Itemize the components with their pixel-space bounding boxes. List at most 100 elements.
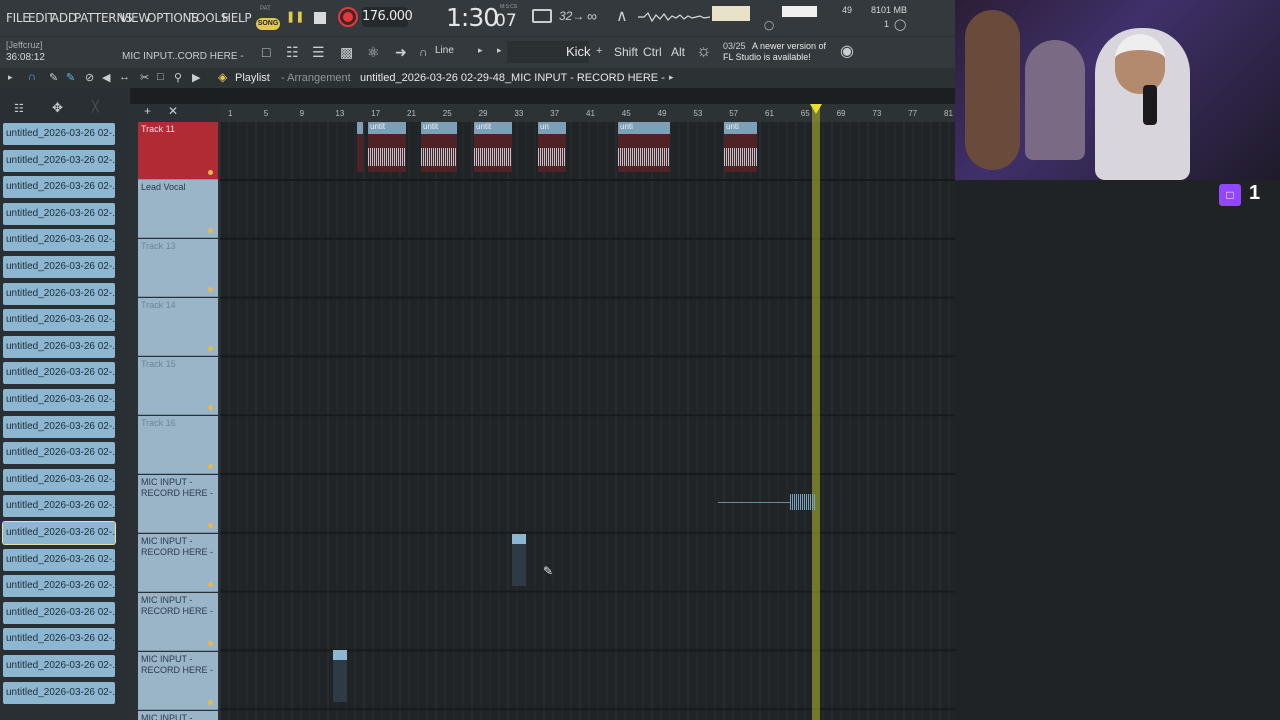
step-size-icon[interactable]: 32→ (559, 9, 584, 23)
browser-clip-item[interactable]: untitled_2026-03-26 02-... (3, 149, 115, 172)
loop-record-icon[interactable]: ∞ (587, 8, 597, 24)
track-header[interactable]: Track 11 (138, 122, 218, 180)
snap-selector[interactable]: Line (435, 45, 454, 56)
select-icon[interactable]: □ (157, 71, 164, 83)
track-header[interactable]: Lead Vocal (138, 180, 218, 238)
track-header[interactable]: Track 15 (138, 357, 218, 415)
audio-clip[interactable]: untit (421, 122, 457, 172)
browser-clip-item[interactable]: untitled_2026-03-26 02-... (2, 521, 116, 545)
browser-clip-item[interactable]: untitled_2026-03-26 02-... (3, 495, 115, 518)
track-header[interactable]: MIC INPUT - RECORD HERE - (138, 534, 218, 592)
track-led[interactable] (208, 641, 213, 646)
stop-button[interactable] (314, 12, 326, 24)
record-button[interactable] (338, 7, 358, 27)
track-header[interactable]: MIC INPUT - RECORD HERE - (138, 593, 218, 651)
grid-icon[interactable]: ☷ (14, 102, 24, 115)
alt-key[interactable]: Alt (671, 45, 685, 59)
pause-button[interactable]: ❚❚ (286, 10, 304, 26)
track-header[interactable]: Track 16 (138, 416, 218, 474)
browser-clip-item[interactable]: untitled_2026-03-26 02-... (3, 442, 115, 465)
browser-clip-item[interactable]: untitled_2026-03-26 02-... (3, 655, 115, 677)
pencil-icon[interactable]: ✎ (49, 71, 58, 84)
plugin-icon[interactable]: ⚛ (367, 44, 380, 61)
magnet-icon[interactable]: ∩ (419, 45, 428, 59)
slip-icon[interactable]: ↔ (119, 71, 130, 83)
delete-icon[interactable]: ⊘ (85, 71, 94, 84)
piano-icon[interactable] (532, 9, 552, 23)
expand-icon[interactable]: ▸ (8, 72, 13, 83)
track-led[interactable] (208, 523, 213, 528)
track-header[interactable]: MIC INPUT - RECORD HERE - (138, 652, 218, 710)
track-header[interactable]: Track 13 (138, 239, 218, 297)
slice-icon[interactable]: ✂ (140, 71, 149, 84)
add-track-icon[interactable]: + (144, 104, 151, 118)
audio-clip-small[interactable] (357, 122, 363, 172)
browser-clip-item[interactable]: untitled_2026-03-26 02-... (3, 362, 115, 385)
mini-clip[interactable] (512, 534, 526, 586)
chevron-right-icon-2[interactable]: ▸ (497, 45, 502, 56)
close-icon[interactable]: ✕ (168, 104, 178, 118)
track-led[interactable] (208, 228, 213, 233)
tempo-display[interactable]: 176.000 (362, 7, 413, 27)
browser-clip-item[interactable]: untitled_2026-03-26 02-... (3, 202, 115, 225)
track-header[interactable]: Track 14 (138, 298, 218, 356)
track-header[interactable]: MIC INPUT - RECORD HERE - (138, 475, 218, 533)
crop-icon[interactable]: □ (262, 44, 270, 60)
shift-key[interactable]: Shift (614, 45, 638, 59)
browser-clip-item[interactable]: untitled_2026-03-26 02-... (3, 256, 115, 278)
playhead[interactable] (812, 104, 820, 720)
track-led[interactable] (208, 582, 213, 587)
playback-icon[interactable]: ▶ (192, 71, 200, 84)
mute-icon[interactable]: ◀ (102, 71, 110, 84)
browser-clip-item[interactable]: untitled_2026-03-26 02-... (3, 415, 115, 438)
browser-clip-item[interactable]: untitled_2026-03-26 02-... (3, 628, 115, 651)
ctrl-key[interactable]: Ctrl (643, 45, 662, 59)
audio-clip[interactable]: unti (724, 122, 757, 172)
track-led[interactable] (208, 405, 213, 410)
track-led[interactable] (208, 464, 213, 469)
menu-file[interactable]: FILE (6, 11, 30, 25)
detach-icon[interactable]: ╳ (92, 100, 99, 113)
brush-icon[interactable]: ✎ (66, 71, 75, 84)
move-icon[interactable]: ✥ (52, 100, 63, 116)
track-header[interactable]: MIC INPUT - (138, 711, 218, 720)
browser-clip-item[interactable]: untitled_2026-03-26 02-... (3, 309, 115, 332)
mixer-icon[interactable]: ☷ (286, 44, 299, 61)
menu-help[interactable]: HELP (222, 11, 252, 25)
update-message-line1[interactable]: A newer version of (752, 41, 826, 51)
track-led[interactable] (208, 346, 213, 351)
pat-song-toggle[interactable]: PAT SONG (256, 4, 280, 32)
browser-icon[interactable]: ▩ (340, 44, 353, 61)
plus-icon[interactable]: + (596, 45, 602, 57)
browser-clip-item[interactable]: untitled_2026-03-26 02-... (3, 229, 115, 252)
update-message-line2[interactable]: FL Studio is available! (723, 52, 811, 62)
audio-clip[interactable]: un (538, 122, 566, 172)
browser-clip-item[interactable]: untitled_2026-03-26 02-... (3, 335, 115, 358)
playhead-marker[interactable] (810, 104, 822, 114)
browser-clip-item[interactable]: untitled_2026-03-26 02-... (3, 468, 115, 491)
arrangement-label[interactable]: - Arrangement (281, 72, 351, 84)
magnet-snap-icon[interactable]: ∩ (28, 71, 36, 83)
browser-clip-item[interactable]: untitled_2026-03-26 02-... (3, 176, 115, 199)
zoom-icon[interactable]: ⚲ (174, 71, 182, 84)
browser-clip-item[interactable]: untitled_2026-03-26 02-... (3, 681, 115, 704)
chevron-right-icon-3[interactable]: ▸ (669, 72, 674, 83)
track-led[interactable] (208, 287, 213, 292)
track-led[interactable] (208, 170, 213, 175)
browser-clip-item[interactable]: untitled_2026-03-26 02-... (3, 601, 115, 624)
browser-clip-item[interactable]: untitled_2026-03-26 02-... (3, 282, 115, 305)
menu-add[interactable]: ADD (51, 11, 77, 25)
arrow-right-icon[interactable]: ➜ (395, 44, 407, 61)
browser-clip-item[interactable]: untitled_2026-03-26 02-... (3, 123, 115, 145)
fl-logo-icon[interactable]: ◉ (840, 41, 854, 61)
mini-clip[interactable] (333, 650, 347, 702)
menu-view[interactable]: VIEW (120, 11, 150, 25)
timeline-ruler[interactable]: 1 5 9 13 17 21 25 29 33 37 41 45 49 53 57 61 65 69 73 77 81 (220, 104, 955, 122)
browser-clip-item[interactable]: untitled_2026-03-26 02-... (3, 548, 115, 571)
audio-clip[interactable]: unti (618, 122, 670, 172)
channel-rack-icon[interactable]: ☰ (312, 44, 325, 61)
browser-clip-item[interactable]: untitled_2026-03-26 02-... (3, 575, 115, 598)
chevron-right-icon[interactable]: ▸ (478, 45, 483, 56)
audio-clip[interactable]: untit (368, 122, 406, 172)
news-icon[interactable]: ☼ (696, 41, 712, 61)
